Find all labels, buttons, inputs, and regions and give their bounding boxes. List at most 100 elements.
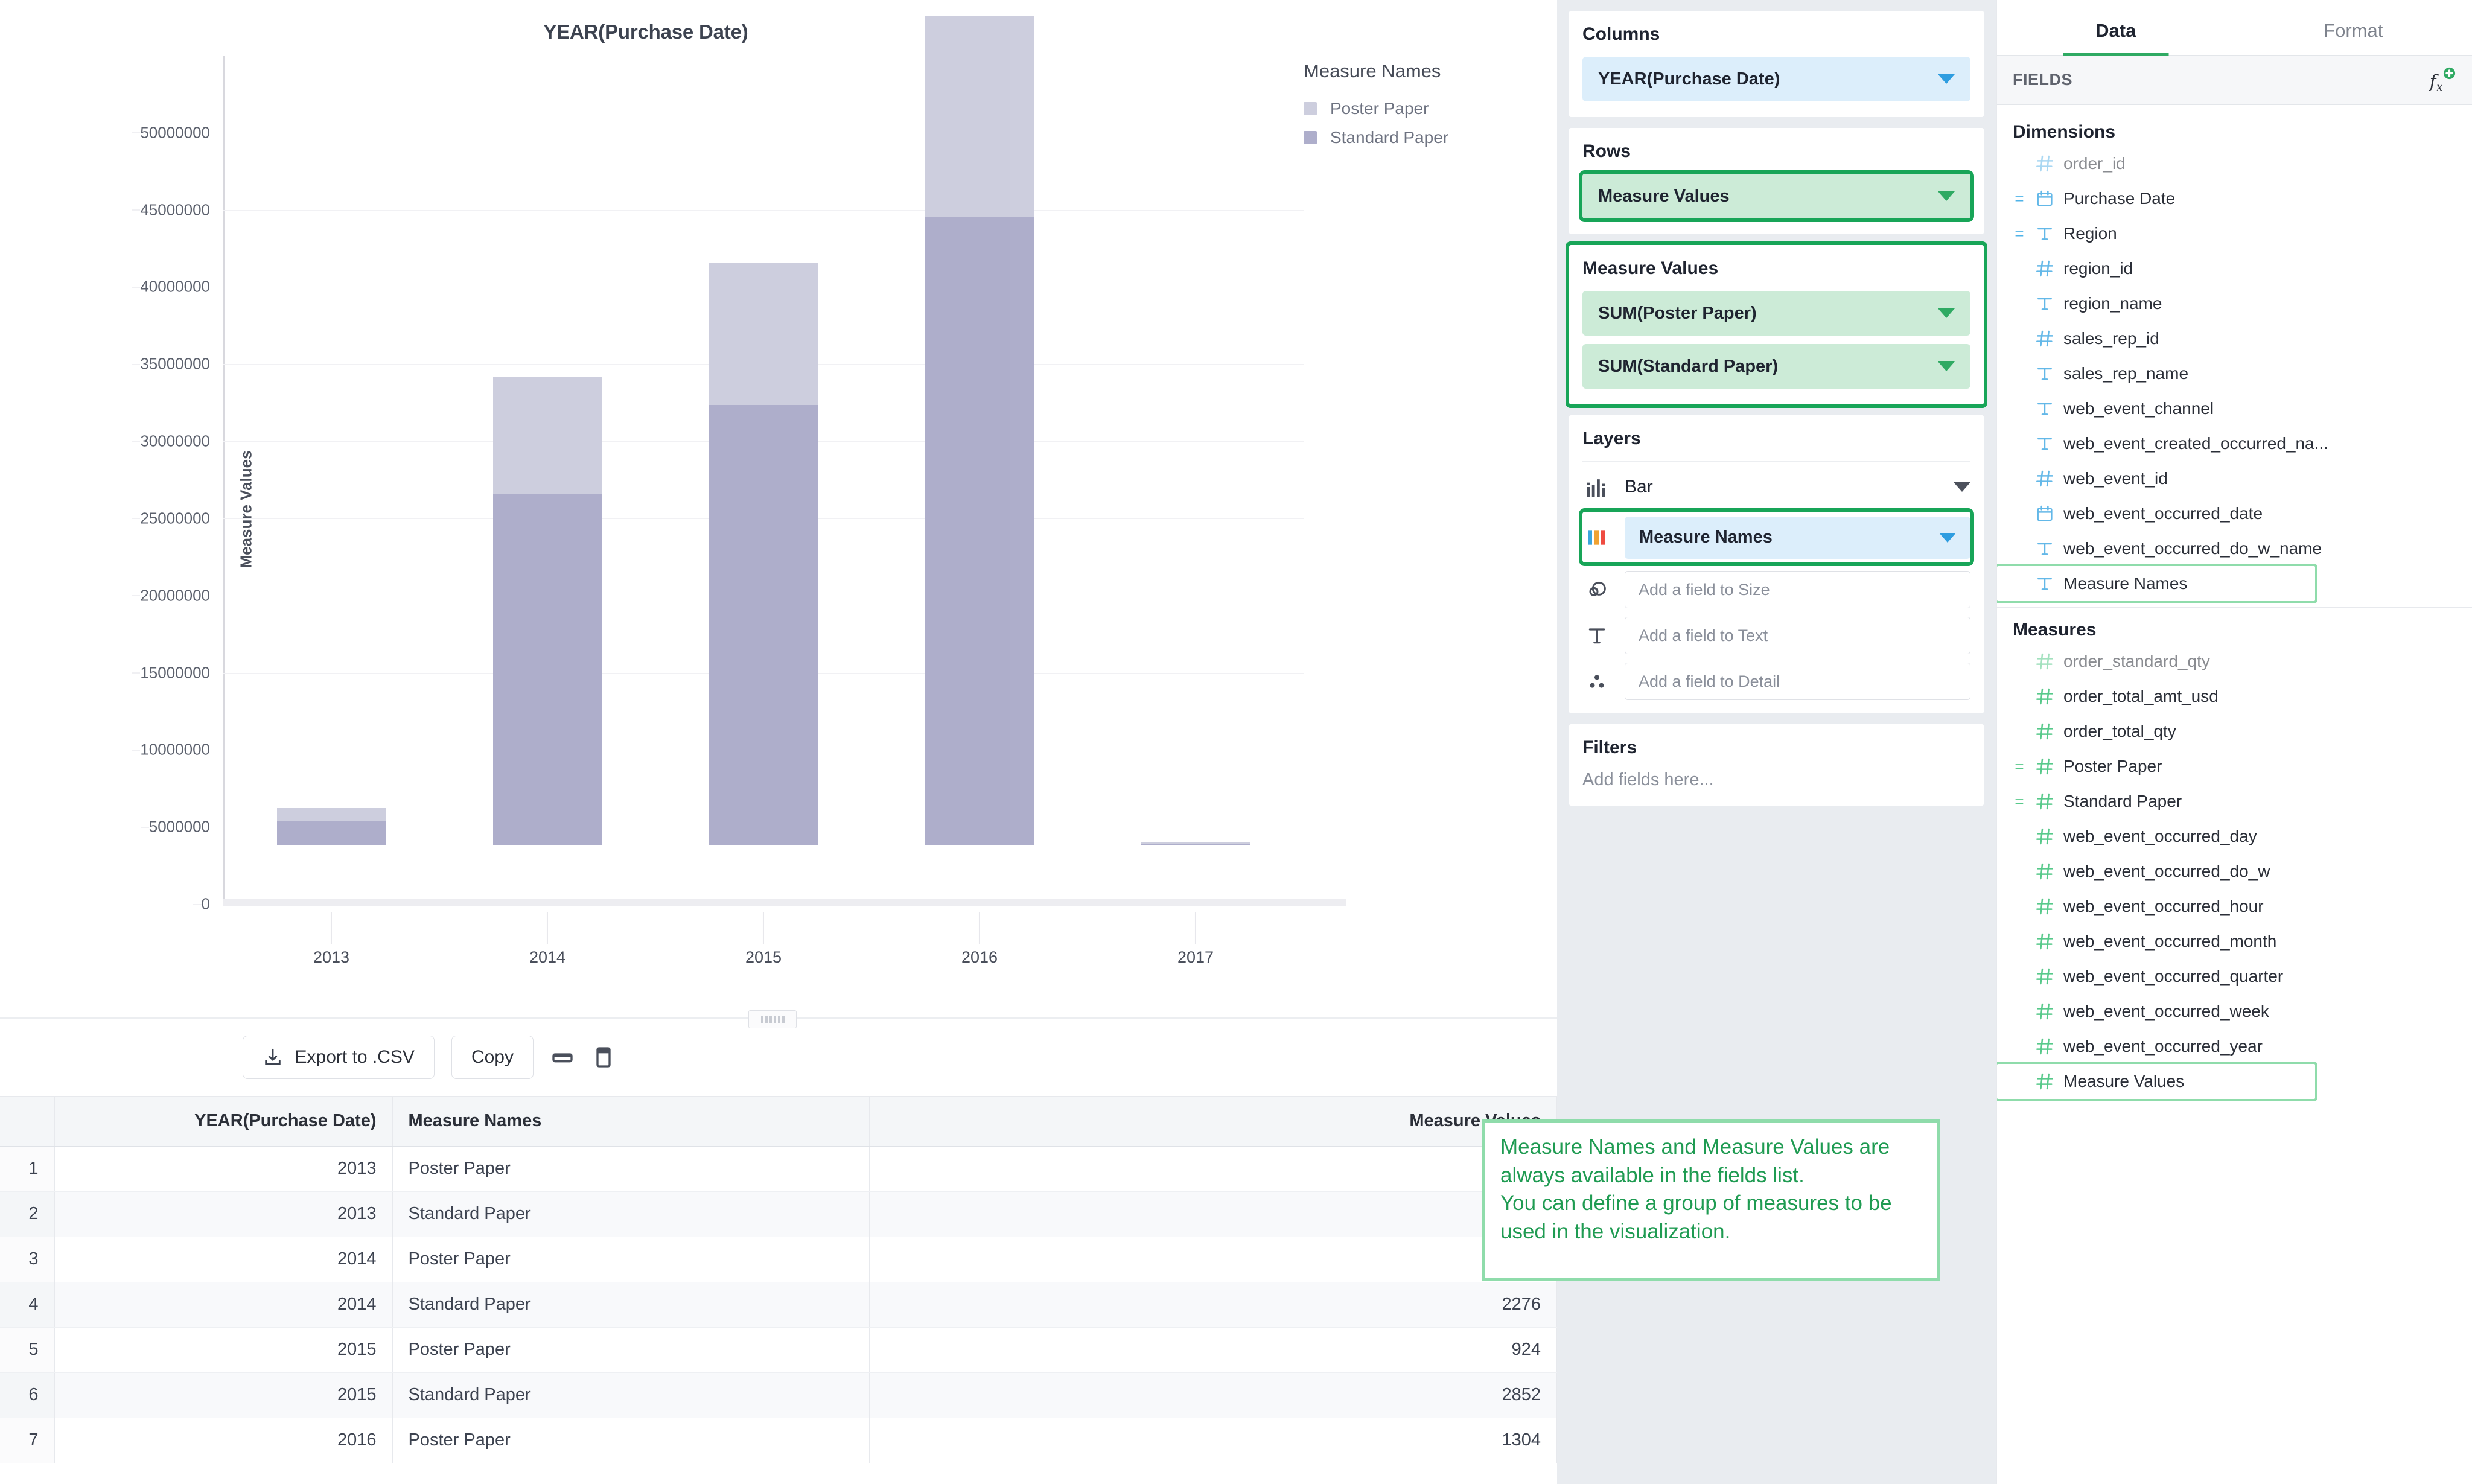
measure-values-shelf[interactable]: Measure Values SUM(Poster Paper) SUM(Sta… <box>1569 245 1984 404</box>
bar-segment-poster-paper[interactable] <box>493 377 602 494</box>
field-item-poster-paper[interactable]: =Poster Paper <box>1997 749 2472 784</box>
field-item-web-event-id[interactable]: =web_event_id <box>1997 461 2472 496</box>
chevron-down-icon[interactable] <box>1938 191 1955 201</box>
table-row[interactable]: 32014Poster Paper756 <box>0 1237 1557 1282</box>
create-calculated-field-icon[interactable]: f x <box>2429 66 2456 94</box>
text-field-input[interactable]: Add a field to Text <box>1625 617 1970 654</box>
table-row[interactable]: 22013Standard Paper175 <box>0 1191 1557 1237</box>
split-vertical-view-icon[interactable] <box>591 1045 616 1069</box>
table-row[interactable]: 12013Poster Paper71 <box>0 1146 1557 1191</box>
rows-shelf[interactable]: Rows Measure Values <box>1569 128 1984 234</box>
bar-segment-standard-paper[interactable] <box>1141 844 1250 845</box>
layer-color-row[interactable]: Measure Names <box>1582 512 1970 562</box>
legend-item[interactable]: Poster Paper <box>1304 99 1521 118</box>
split-horizontal-view-icon[interactable] <box>550 1045 575 1069</box>
field-item-measure-values[interactable]: =Measure Values <box>1997 1064 2315 1099</box>
data-table[interactable]: YEAR(Purchase Date) Measure Names Measur… <box>0 1096 1557 1484</box>
bar-group[interactable] <box>925 16 1034 845</box>
detail-field-input[interactable]: Add a field to Detail <box>1625 663 1970 700</box>
field-item-order-id[interactable]: =order_id <box>1997 146 2472 181</box>
table-row[interactable]: 52015Poster Paper924 <box>0 1327 1557 1372</box>
field-item-region-name[interactable]: =region_name <box>1997 286 2472 321</box>
table-row[interactable]: 42014Standard Paper2276 <box>0 1282 1557 1327</box>
measure-values-pill-sum-poster-paper[interactable]: SUM(Poster Paper) <box>1582 291 1970 336</box>
columns-shelf[interactable]: Columns YEAR(Purchase Date) <box>1569 11 1984 117</box>
y-axis-tick-label: 5000000 <box>149 818 210 836</box>
field-item-web-event-occurred-month[interactable]: =web_event_occurred_month <box>1997 924 2472 959</box>
chevron-down-icon[interactable] <box>1939 533 1956 543</box>
layer-detail-row[interactable]: Add a field to Detail <box>1582 663 1970 700</box>
field-item-web-event-occurred-date[interactable]: =web_event_occurred_date <box>1997 496 2472 531</box>
color-field-pill-measure-names[interactable]: Measure Names <box>1625 517 1970 559</box>
layer-size-row[interactable]: Add a field to Size <box>1582 571 1970 608</box>
field-item-web-event-occurred-hour[interactable]: =web_event_occurred_hour <box>1997 889 2472 924</box>
tab-format[interactable]: Format <box>2235 20 2472 55</box>
field-item-order-standard-qty[interactable]: =order_standard_qty <box>1997 644 2472 679</box>
size-field-input[interactable]: Add a field to Size <box>1625 571 1970 608</box>
bar-group[interactable] <box>493 377 602 845</box>
color-field-label: Measure Names <box>1639 527 1773 547</box>
y-axis-tick-mark <box>193 904 202 905</box>
measure-name-cell: Poster Paper <box>392 1327 869 1372</box>
field-item-sales-rep-id[interactable]: =sales_rep_id <box>1997 321 2472 356</box>
calculated-field-icon: = <box>2013 295 2026 313</box>
field-item-purchase-date[interactable]: =Purchase Date <box>1997 181 2472 216</box>
field-item-order-total-qty[interactable]: =order_total_qty <box>1997 714 2472 749</box>
fields-list[interactable]: Dimensions =order_id=Purchase Date=Regio… <box>1997 105 2472 1484</box>
bar-segment-standard-paper[interactable] <box>925 217 1034 845</box>
field-item-web-event-created-occurred-na[interactable]: =web_event_created_occurred_na... <box>1997 426 2472 461</box>
measure-name-cell: Standard Paper <box>392 1282 869 1327</box>
bar-group[interactable] <box>709 263 818 845</box>
bar-segment-standard-paper[interactable] <box>493 494 602 845</box>
calculated-field-icon: = <box>2013 1072 2026 1091</box>
text-field-type-icon <box>2034 363 2055 384</box>
field-item-web-event-occurred-year[interactable]: =web_event_occurred_year <box>1997 1029 2472 1064</box>
bar-segment-poster-paper[interactable] <box>277 808 386 821</box>
filters-empty-placeholder[interactable]: Add fields here... <box>1582 770 1970 790</box>
layer-text-row[interactable]: Add a field to Text <box>1582 617 1970 654</box>
columns-pill-year-purchase-date[interactable]: YEAR(Purchase Date) <box>1582 57 1970 101</box>
bar-segment-standard-paper[interactable] <box>277 821 386 845</box>
bar-segment-standard-paper[interactable] <box>709 405 818 845</box>
chevron-down-icon[interactable] <box>1938 74 1955 84</box>
bar-segment-poster-paper[interactable] <box>709 263 818 405</box>
table-row[interactable]: 72016Poster Paper1304 <box>0 1418 1557 1463</box>
column-header-measure-values[interactable]: Measure Values <box>869 1097 1557 1146</box>
bar-group[interactable] <box>277 808 386 845</box>
chevron-down-icon[interactable] <box>1954 482 1970 492</box>
field-item-web-event-occurred-day[interactable]: =web_event_occurred_day <box>1997 819 2472 854</box>
field-item-web-event-occurred-do-w[interactable]: =web_event_occurred_do_w <box>1997 854 2472 889</box>
field-label: Measure Names <box>2063 574 2187 593</box>
layer-mark-type-row[interactable]: Bar <box>1582 461 1970 512</box>
legend-item[interactable]: Standard Paper <box>1304 128 1521 147</box>
field-label: web_event_id <box>2063 469 2168 488</box>
field-item-web-event-channel[interactable]: =web_event_channel <box>1997 391 2472 426</box>
rows-pill-measure-values[interactable]: Measure Values <box>1582 174 1970 218</box>
rows-pill-label: Measure Values <box>1598 186 1730 206</box>
field-item-region[interactable]: =Region <box>1997 216 2472 251</box>
chevron-down-icon[interactable] <box>1938 361 1955 371</box>
table-row[interactable]: 62015Standard Paper2852 <box>0 1372 1557 1418</box>
field-item-web-event-occurred-do-w-name[interactable]: =web_event_occurred_do_w_name <box>1997 531 2472 566</box>
column-header-index[interactable] <box>0 1097 54 1146</box>
filters-shelf[interactable]: Filters Add fields here... <box>1569 724 1984 806</box>
column-header-measure-names[interactable]: Measure Names <box>392 1097 869 1146</box>
field-item-standard-paper[interactable]: =Standard Paper <box>1997 784 2472 819</box>
measure-values-pill-sum-standard-paper[interactable]: SUM(Standard Paper) <box>1582 344 1970 389</box>
export-to-csv-button[interactable]: Export to .CSV <box>243 1036 435 1079</box>
column-header-year[interactable]: YEAR(Purchase Date) <box>54 1097 392 1146</box>
field-item-region-id[interactable]: =region_id <box>1997 251 2472 286</box>
bar-segment-poster-paper[interactable] <box>925 16 1034 217</box>
field-item-sales-rep-name[interactable]: =sales_rep_name <box>1997 356 2472 391</box>
field-item-order-total-amt-usd[interactable]: =order_total_amt_usd <box>1997 679 2472 714</box>
mark-type-select[interactable]: Bar <box>1625 477 1970 497</box>
chevron-down-icon[interactable] <box>1938 308 1955 318</box>
bar-group[interactable] <box>1141 842 1250 845</box>
field-item-measure-names[interactable]: =Measure Names <box>1997 566 2315 601</box>
field-item-web-event-occurred-week[interactable]: =web_event_occurred_week <box>1997 994 2472 1029</box>
tab-data[interactable]: Data <box>1997 20 2235 55</box>
field-item-web-event-occurred-quarter[interactable]: =web_event_occurred_quarter <box>1997 959 2472 994</box>
year-cell: 2016 <box>54 1418 392 1463</box>
pane-resize-handle[interactable] <box>748 1010 797 1028</box>
copy-button[interactable]: Copy <box>451 1036 534 1079</box>
